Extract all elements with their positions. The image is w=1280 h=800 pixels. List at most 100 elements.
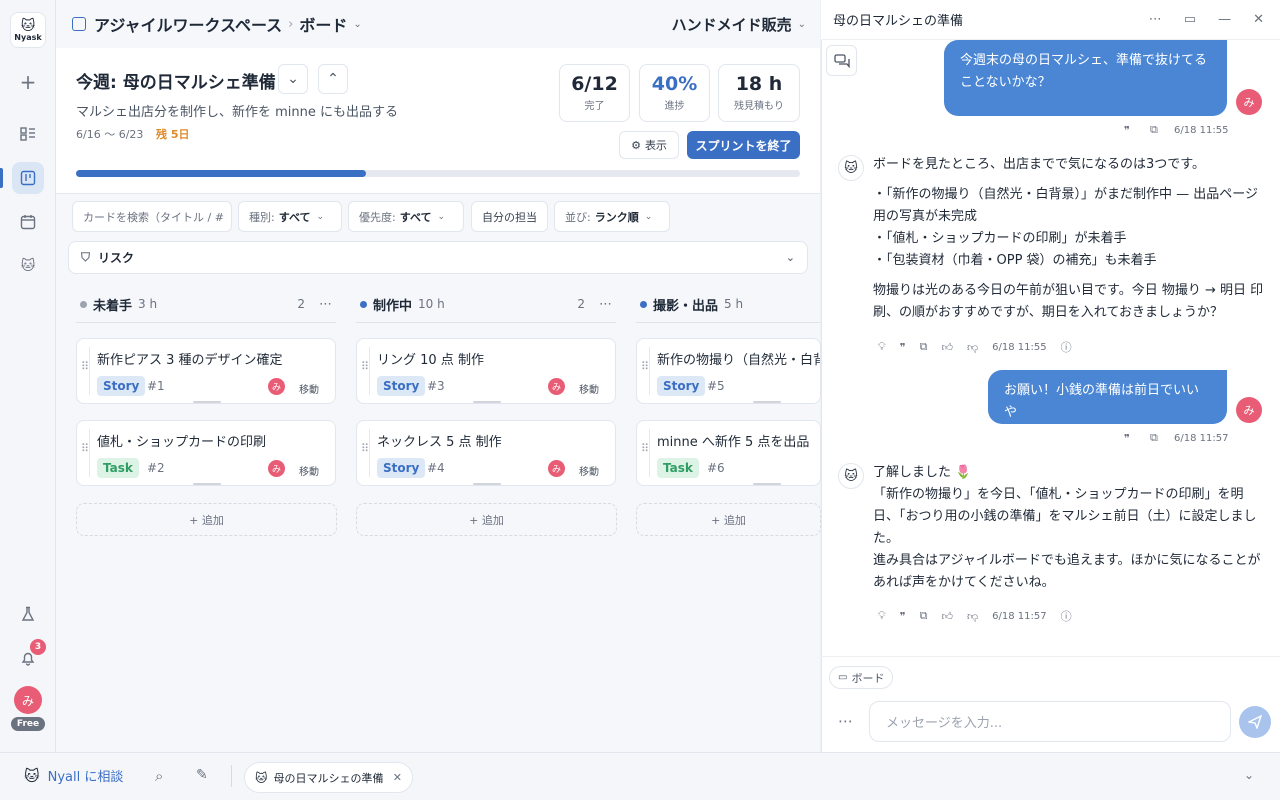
task-card[interactable]: ⠿ 新作の物撮り（自然光・白背 Story #5 — [636, 338, 821, 404]
drag-handle-icon[interactable]: ⠿ — [641, 361, 649, 372]
chevron-down-icon: ⌄ — [785, 251, 795, 264]
thumbs-up-icon[interactable]: 👍︎ — [941, 610, 953, 623]
board-icon[interactable] — [12, 162, 44, 194]
chat-tab[interactable]: 🐱 母の日マルシェの準備 ✕ — [244, 762, 413, 793]
type-filter[interactable]: 種別: すべて ⌄ — [238, 201, 342, 232]
move-button[interactable]: 移動 — [299, 463, 319, 478]
consult-button[interactable]: 🐱 Nyall に相談 — [24, 766, 123, 786]
bot-message-line: ・「値札・ショップカードの印刷」が未着手 — [873, 231, 1127, 246]
quote-icon[interactable]: ❞ — [1124, 124, 1130, 137]
move-button[interactable]: 移動 — [579, 463, 599, 478]
my-assignments-filter[interactable]: 自分の担当 — [471, 201, 548, 232]
thumbs-down-icon[interactable]: 👎︎ — [967, 610, 978, 623]
gear-icon: ⚙ — [631, 138, 641, 152]
info-icon[interactable]: ⓘ — [1061, 339, 1072, 355]
resize-handle[interactable] — [193, 401, 221, 403]
project-selector[interactable]: ハンドメイド販売 — [672, 14, 792, 35]
add-icon[interactable]: + — [12, 66, 44, 98]
context-chip-board[interactable]: ▭ ボード — [829, 666, 894, 689]
assignee-avatar[interactable]: み — [268, 460, 285, 477]
window-icon[interactable]: ▭ — [1184, 12, 1196, 27]
card-divider — [369, 429, 370, 477]
add-card-button[interactable]: + 追加 — [76, 503, 337, 536]
chevron-down-icon[interactable]: ⌄ — [1244, 768, 1254, 782]
user-avatar[interactable]: み — [14, 686, 42, 714]
task-card[interactable]: ⠿ 新作ピアス 3 種のデザイン確定 Story #1 み移動 — [76, 338, 336, 404]
copy-icon[interactable]: ⧉ — [1150, 431, 1158, 445]
resize-handle[interactable] — [753, 401, 781, 403]
priority-filter-value: すべて — [399, 210, 432, 224]
card-type-tag: Story — [657, 376, 706, 396]
breadcrumb-workspace[interactable]: アジャイルワークスペース — [94, 12, 282, 36]
search-icon[interactable]: ⌕ — [155, 767, 163, 785]
send-button[interactable] — [1239, 706, 1271, 738]
add-card-button[interactable]: + 追加 — [356, 503, 617, 536]
move-button[interactable]: 移動 — [579, 381, 599, 396]
end-sprint-button[interactable]: スプリントを終了 — [687, 131, 800, 159]
view-button[interactable]: ⚙ 表示 — [619, 131, 679, 159]
quote-icon[interactable]: ❞ — [900, 341, 906, 354]
task-card[interactable]: ⠿ minne へ新作 5 点を出品 Task #6 — [636, 420, 821, 486]
task-card[interactable]: ⠿ 値札・ショップカードの印刷 Task #2 み移動 — [76, 420, 336, 486]
edit-icon[interactable]: ✎ — [196, 767, 208, 783]
chevron-down-icon[interactable]: ⌄ — [353, 19, 361, 30]
search-input[interactable]: カードを検索（タイトル / # — [72, 201, 232, 232]
app-logo[interactable]: 🐱 Nyask — [10, 12, 46, 48]
sort-filter[interactable]: 並び: ランク順 ⌄ — [554, 201, 670, 232]
calendar-icon[interactable] — [12, 206, 44, 238]
quote-icon[interactable]: ❞ — [900, 610, 906, 623]
priority-filter-label: 優先度: — [359, 210, 396, 224]
message-input[interactable]: メッセージを入力... — [869, 701, 1231, 742]
column-hours: 10 h — [418, 297, 445, 311]
drag-handle-icon[interactable]: ⠿ — [81, 443, 89, 454]
copy-icon[interactable]: ⧉ — [920, 609, 928, 623]
task-card[interactable]: ⠿ ネックレス 5 点 制作 Story #4 み移動 — [356, 420, 616, 486]
more-icon[interactable]: ⋯ — [319, 297, 332, 312]
assignee-avatar[interactable]: み — [548, 460, 565, 477]
copy-icon[interactable]: ⧉ — [1150, 123, 1158, 137]
flask-icon[interactable] — [12, 598, 44, 630]
risk-panel[interactable]: ⛉ リスク ⌄ — [68, 241, 808, 274]
lightbulb-icon[interactable]: 💡︎ — [878, 340, 886, 354]
more-icon[interactable]: ⋯ — [1149, 12, 1162, 27]
thumbs-up-icon[interactable]: 👍︎ — [941, 341, 953, 354]
assignee-avatar[interactable]: み — [268, 378, 285, 395]
conversation-history-button[interactable] — [826, 45, 857, 76]
quote-icon[interactable]: ❞ — [1124, 432, 1130, 445]
more-icon[interactable]: ⋯ — [838, 712, 853, 730]
resize-handle[interactable] — [193, 483, 221, 485]
logo-text: Nyask — [14, 32, 42, 42]
close-icon[interactable]: ✕ — [1253, 12, 1264, 27]
drag-handle-icon[interactable]: ⠿ — [361, 443, 369, 454]
resize-handle[interactable] — [473, 401, 501, 403]
chevron-down-icon[interactable]: ⌄ — [798, 19, 806, 30]
drag-handle-icon[interactable]: ⠿ — [641, 443, 649, 454]
stat-label: 進捗 — [664, 101, 685, 112]
more-icon[interactable]: ⋯ — [599, 297, 612, 312]
copy-icon[interactable]: ⧉ — [920, 340, 928, 354]
close-icon[interactable]: ✕ — [393, 771, 402, 784]
card-title: 新作ピアス 3 種のデザイン確定 — [97, 353, 283, 368]
thumbs-down-icon[interactable]: 👎︎ — [967, 341, 978, 354]
move-button[interactable]: 移動 — [299, 381, 319, 396]
add-card-button[interactable]: + 追加 — [636, 503, 821, 536]
card-number: #3 — [427, 379, 445, 393]
top-bar: アジャイルワークスペース › ボード ⌄ ハンドメイド販売 ⌄ — [56, 0, 820, 48]
collapse-up-button[interactable]: ⌃ — [318, 64, 348, 94]
breadcrumb-page[interactable]: ボード — [299, 12, 347, 36]
task-card[interactable]: ⠿ リング 10 点 制作 Story #3 み移動 — [356, 338, 616, 404]
assignee-avatar[interactable]: み — [548, 378, 565, 395]
list-view-icon[interactable] — [12, 118, 44, 150]
collapse-down-button[interactable]: ⌄ — [278, 64, 308, 94]
info-icon[interactable]: ⓘ — [1061, 608, 1072, 624]
minimize-icon[interactable]: — — [1218, 12, 1231, 27]
drag-handle-icon[interactable]: ⠿ — [361, 361, 369, 372]
resize-handle[interactable] — [753, 483, 781, 485]
lightbulb-icon[interactable]: 💡︎ — [878, 609, 886, 623]
priority-filter[interactable]: 優先度: すべて ⌄ — [348, 201, 464, 232]
status-dot — [80, 300, 87, 308]
drag-handle-icon[interactable]: ⠿ — [81, 361, 89, 372]
resize-handle[interactable] — [473, 483, 501, 485]
cat-assistant-icon[interactable]: 🐱 — [12, 250, 44, 282]
card-title: リング 10 点 制作 — [377, 353, 484, 368]
